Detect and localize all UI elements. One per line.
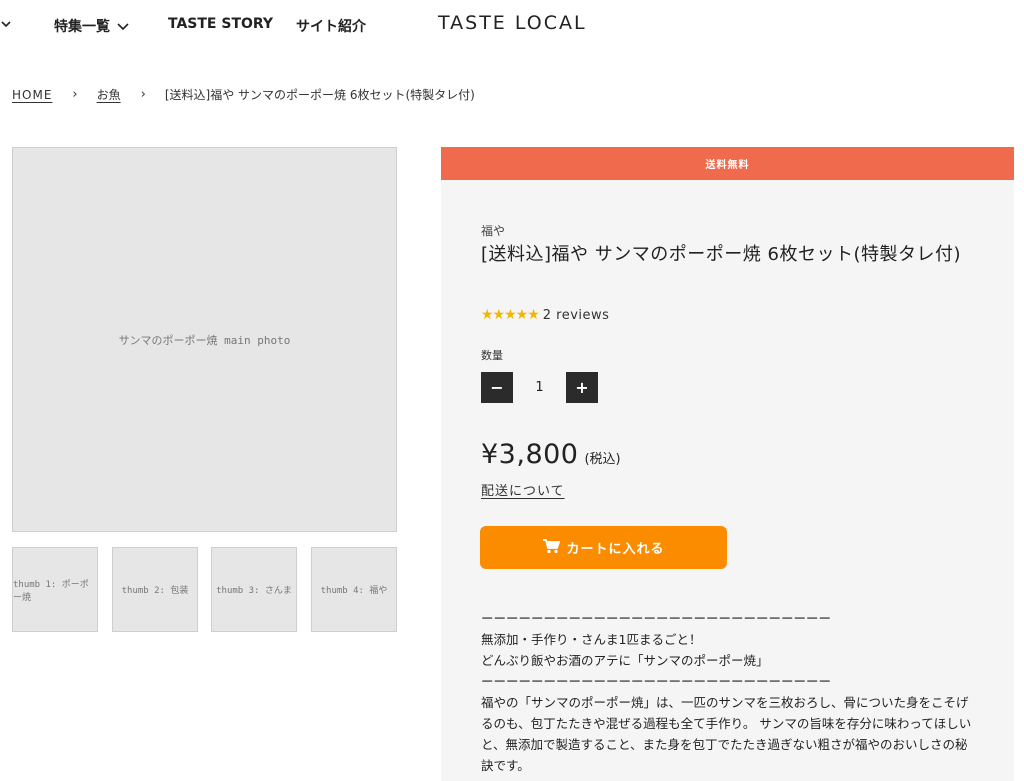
nav-taste-story[interactable]: TASTE STORY: [168, 16, 273, 32]
thumbnail-image[interactable]: thumb 1: ポーポー焼: [12, 547, 98, 632]
thumbnail-image[interactable]: thumb 3: さんま: [211, 547, 297, 632]
breadcrumb-separator: ›: [72, 87, 78, 102]
add-to-cart-label: カートに入れる: [566, 542, 665, 557]
quantity-increase-button[interactable]: +: [566, 372, 598, 403]
quantity-label: 数量: [481, 349, 503, 362]
breadcrumb-current: [送料込]福や サンマのポーポー焼 6枚セット(特製タレ付): [164, 88, 475, 102]
shipping-info-link[interactable]: 配送について: [481, 480, 565, 499]
product-main-image[interactable]: サンマのポーポー焼 main photo: [12, 147, 397, 532]
quantity-stepper: − 1 +: [481, 372, 598, 403]
product-title: [送料込]福や サンマのポーポー焼 6枚セット(特製タレ付): [481, 244, 961, 265]
image-placeholder-label: サンマのポーポー焼 main photo: [118, 333, 291, 347]
breadcrumb-category[interactable]: お魚: [97, 86, 121, 103]
cart-icon: [542, 538, 561, 558]
thumbnail-label: thumb 4: 福や: [320, 586, 388, 596]
thumbnail-strip: thumb 1: ポーポー焼 thumb 2: 包装 thumb 3: さんま …: [12, 547, 397, 632]
free-shipping-banner: 送料無料: [441, 147, 1014, 180]
product-vendor[interactable]: 福や: [481, 222, 505, 239]
description-paragraph: 福やの「サンマのポーポー焼」は、一匹のサンマを三枚おろし、骨についた身をこそげる…: [481, 695, 972, 773]
nav-site-about[interactable]: サイト紹介: [296, 16, 366, 36]
description-divider: ーーーーーーーーーーーーーーーーーーーーーーーーーーーー: [481, 674, 832, 689]
site-logo[interactable]: TASTE LOCAL: [438, 12, 587, 34]
product-info-panel: 送料無料 福や [送料込]福や サンマのポーポー焼 6枚セット(特製タレ付) ★…: [441, 147, 1014, 781]
description-line: 無添加・手作り・さんま1匹まるごと！: [481, 632, 702, 647]
chevron-down-icon: [116, 19, 130, 33]
breadcrumb-home[interactable]: HOME: [12, 88, 52, 102]
thumbnail-label: thumb 2: 包装: [121, 586, 189, 596]
breadcrumb-separator: ›: [140, 87, 146, 102]
product-description: ーーーーーーーーーーーーーーーーーーーーーーーーーーーー 無添加・手作り・さんま…: [481, 608, 976, 776]
nav-feature-label: 特集一覧: [54, 19, 110, 35]
product-price: ¥3,800: [481, 439, 579, 470]
star-rating-icon: ★★★★★: [481, 307, 540, 323]
add-to-cart-button[interactable]: カートに入れる: [480, 526, 727, 569]
description-line: どんぶり飯やお酒のアテに「サンマのポーポー焼」: [481, 653, 769, 668]
thumbnail-image[interactable]: thumb 4: 福や: [311, 547, 397, 632]
breadcrumb: HOME › お魚 › [送料込]福や サンマのポーポー焼 6枚セット(特製タレ…: [12, 86, 475, 103]
quantity-input[interactable]: 1: [513, 380, 566, 395]
site-header: 特集一覧 TASTE STORY サイト紹介 TASTE LOCAL: [0, 0, 1024, 50]
thumbnail-label: thumb 3: さんま: [216, 586, 292, 596]
review-summary[interactable]: ★★★★★ 2 reviews: [481, 307, 609, 323]
thumbnail-image[interactable]: thumb 2: 包装: [112, 547, 198, 632]
chevron-down-icon[interactable]: [0, 18, 14, 32]
nav-feature-list[interactable]: 特集一覧: [54, 16, 130, 36]
thumbnail-label: thumb 1: ポーポー焼: [13, 579, 89, 603]
description-divider: ーーーーーーーーーーーーーーーーーーーーーーーーーーーー: [481, 611, 832, 626]
quantity-decrease-button[interactable]: −: [481, 372, 513, 403]
tax-note: (税込): [584, 452, 621, 467]
review-count: 2 reviews: [542, 307, 610, 323]
price-row: ¥3,800 (税込): [481, 439, 621, 470]
